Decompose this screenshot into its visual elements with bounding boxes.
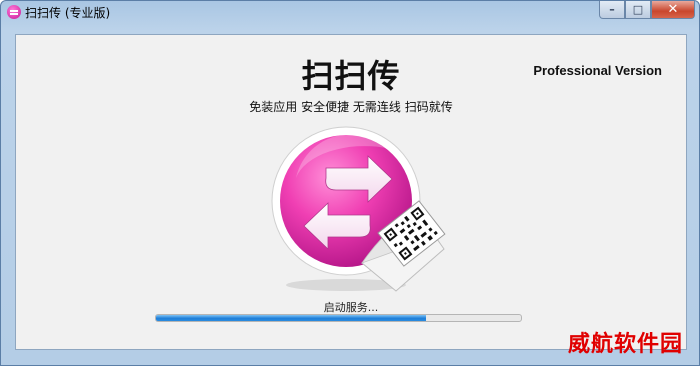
watermark: 威航软件园 bbox=[567, 331, 683, 357]
window-controls: – □ ✕ bbox=[599, 1, 695, 19]
app-window: 扫扫传 (专业版) – □ ✕ 扫扫传 Professional Version… bbox=[0, 0, 700, 366]
swap-arrows-qr-logo-icon bbox=[271, 126, 446, 292]
close-button[interactable]: ✕ bbox=[651, 1, 695, 19]
edition-label: Professional Version bbox=[533, 63, 662, 78]
app-icon bbox=[7, 5, 21, 19]
splash-panel: 扫扫传 Professional Version 免装应用 安全便捷 无需连线 … bbox=[15, 34, 687, 350]
maximize-button[interactable]: □ bbox=[625, 1, 651, 19]
window-title: 扫扫传 (专业版) bbox=[25, 6, 111, 20]
title-bar[interactable]: 扫扫传 (专业版) – □ ✕ bbox=[1, 1, 700, 23]
minimize-button[interactable]: – bbox=[599, 1, 625, 19]
tagline: 免装应用 安全便捷 无需连线 扫码就传 bbox=[249, 100, 453, 114]
progress-fill bbox=[156, 315, 427, 321]
status-text: 启动服务... bbox=[323, 301, 379, 314]
startup-progress-bar bbox=[155, 314, 522, 322]
